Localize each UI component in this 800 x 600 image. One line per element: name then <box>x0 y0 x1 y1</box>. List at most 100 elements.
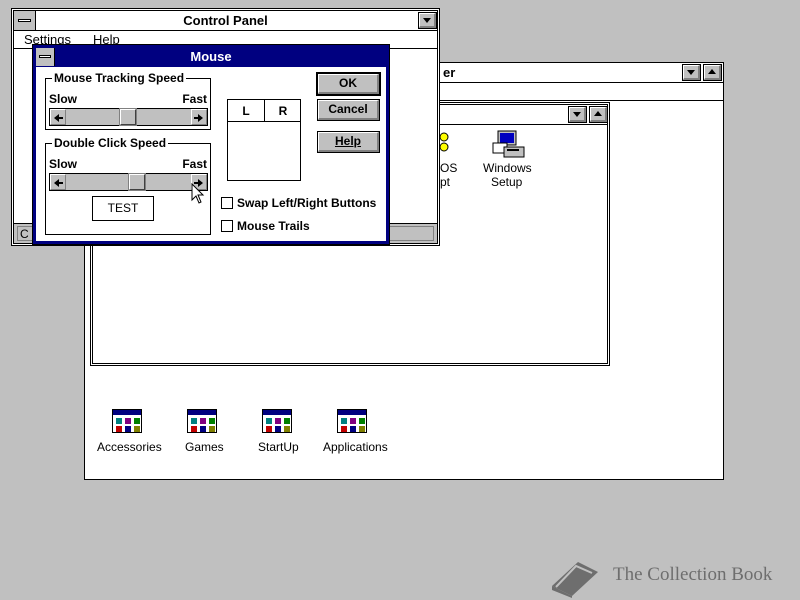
chevron-down-icon <box>423 18 431 23</box>
tracking-speed-thumb[interactable] <box>119 108 137 126</box>
mini-icon <box>266 418 272 424</box>
mini-icon <box>275 426 281 432</box>
group-icon-startup[interactable] <box>262 409 292 433</box>
mini-icon <box>200 426 206 432</box>
scroll-right-button[interactable] <box>191 109 207 125</box>
help-button-label: Help <box>334 134 361 148</box>
minimize-button[interactable] <box>568 106 587 123</box>
mini-icon <box>359 418 365 424</box>
swap-buttons-label[interactable]: Swap Left/Right Buttons <box>237 196 376 210</box>
swap-buttons-checkbox[interactable] <box>221 197 233 209</box>
mouse-dialog-body: Mouse Tracking Speed Slow Fast Double Cl… <box>36 67 386 241</box>
mini-icon <box>341 426 347 432</box>
mini-icon <box>209 418 215 424</box>
dos-prompt-icon[interactable] <box>438 131 452 161</box>
minimize-button[interactable] <box>682 64 701 81</box>
chevron-down-icon <box>687 70 695 75</box>
mouse-cursor-icon <box>191 182 205 205</box>
windows-setup-icon[interactable] <box>490 129 526 161</box>
program-manager-title: er <box>443 65 456 80</box>
mouse-button-diagram: L R <box>227 99 301 181</box>
mini-icon <box>284 426 290 432</box>
test-button[interactable]: TEST <box>92 196 154 221</box>
mini-icon <box>116 418 122 424</box>
windows-setup-label-line2[interactable]: Setup <box>491 175 522 189</box>
ok-button[interactable]: OK <box>316 72 381 96</box>
help-button[interactable]: Help <box>317 131 380 153</box>
group-label-accessories[interactable]: Accessories <box>97 440 162 454</box>
book-logo-icon <box>548 552 600 598</box>
chevron-up-icon <box>708 69 716 74</box>
left-button-label: L <box>242 104 250 118</box>
group-icon-bar <box>188 410 216 415</box>
double-click-thumb[interactable] <box>128 173 146 191</box>
double-click-scrollbar[interactable] <box>49 173 208 191</box>
arrow-left-icon <box>54 114 63 122</box>
ok-button-label: OK <box>339 76 357 90</box>
double-click-group: Double Click Speed Slow Fast TEST <box>45 136 211 235</box>
mini-icon <box>275 418 281 424</box>
dos-prompt-label[interactable]: OS <box>440 161 457 175</box>
mouse-trails-checkbox[interactable] <box>221 220 233 232</box>
tracking-slow-label: Slow <box>49 92 78 106</box>
system-menu-button[interactable] <box>36 48 55 66</box>
mouse-trails-label[interactable]: Mouse Trails <box>237 219 310 233</box>
double-click-slow-label: Slow <box>49 157 78 171</box>
arrow-right-icon <box>194 114 203 122</box>
group-icon-games[interactable] <box>187 409 217 433</box>
mini-icon <box>116 426 122 432</box>
mouse-dialog: Mouse Mouse Tracking Speed Slow Fast Dou… <box>32 44 390 245</box>
group-icon-accessories[interactable] <box>112 409 142 433</box>
mini-icon <box>134 426 140 432</box>
tracking-speed-scrollbar[interactable] <box>49 108 208 126</box>
right-button-indicator: R <box>265 100 301 122</box>
maximize-button[interactable] <box>703 64 722 81</box>
right-button-label: R <box>278 104 288 118</box>
mini-icon <box>341 418 347 424</box>
group-icon-bar <box>113 410 141 415</box>
group-icon-bar <box>263 410 291 415</box>
chevron-up-icon <box>594 111 602 116</box>
double-click-fast-label: Fast <box>182 157 207 171</box>
mini-icon <box>134 418 140 424</box>
group-icon-applications[interactable] <box>337 409 367 433</box>
mouse-dialog-title: Mouse <box>190 49 232 64</box>
scroll-left-button[interactable] <box>50 109 66 125</box>
mini-icon <box>200 418 206 424</box>
group-label-startup[interactable]: StartUp <box>258 440 299 454</box>
control-panel-title: Control Panel <box>183 13 268 28</box>
cancel-button[interactable]: Cancel <box>317 99 380 121</box>
mini-icon <box>191 418 197 424</box>
test-button-label: TEST <box>107 201 139 215</box>
chevron-down-icon <box>573 112 581 117</box>
control-panel-titlebar[interactable]: Control Panel <box>14 11 437 31</box>
system-menu-icon <box>39 55 51 58</box>
dos-prompt-label-line2[interactable]: pt <box>440 175 450 189</box>
windows-setup-label[interactable]: Windows <box>483 161 532 175</box>
mini-icon <box>359 426 365 432</box>
cancel-button-label: Cancel <box>328 102 368 116</box>
watermark-text: The Collection Book <box>613 564 773 585</box>
mini-icon <box>209 426 215 432</box>
mini-icon <box>350 426 356 432</box>
arrow-left-icon <box>54 179 63 187</box>
group-label-applications[interactable]: Applications <box>323 440 388 454</box>
mini-icon <box>350 418 356 424</box>
left-button-indicator: L <box>228 100 265 122</box>
group-icon-bar <box>338 410 366 415</box>
mini-icon <box>125 426 131 432</box>
scroll-left-button[interactable] <box>50 174 66 190</box>
mini-icon <box>191 426 197 432</box>
mouse-dialog-titlebar[interactable]: Mouse <box>36 48 386 66</box>
mini-icon <box>284 418 290 424</box>
mini-icon <box>266 426 272 432</box>
tracking-speed-title: Mouse Tracking Speed <box>52 71 187 85</box>
group-label-games[interactable]: Games <box>185 440 224 454</box>
system-menu-button[interactable] <box>14 11 36 30</box>
tracking-fast-label: Fast <box>182 92 207 106</box>
minimize-button[interactable] <box>418 12 437 29</box>
status-text: C <box>20 227 29 241</box>
tracking-speed-group: Mouse Tracking Speed Slow Fast <box>45 71 211 130</box>
maximize-button[interactable] <box>589 106 608 123</box>
mini-icon <box>125 418 131 424</box>
